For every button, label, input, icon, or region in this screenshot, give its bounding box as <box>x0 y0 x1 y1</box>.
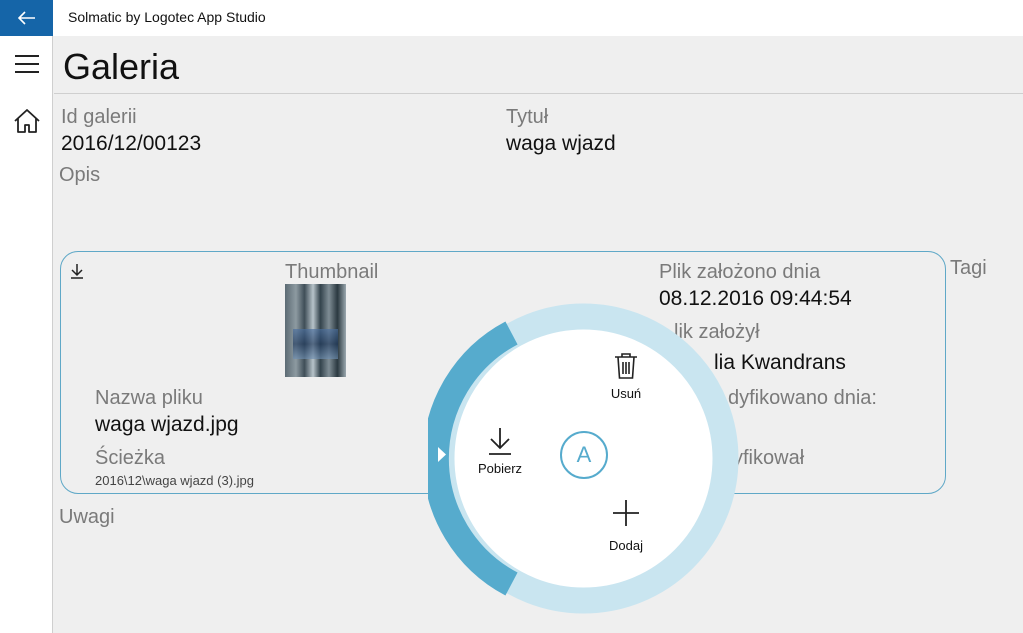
notes-label: Uwagi <box>59 506 115 528</box>
back-arrow-icon <box>17 11 35 25</box>
radial-center-label: A <box>576 442 592 467</box>
thumbnail-label: Thumbnail <box>285 261 379 283</box>
modified-by-label: yfikował <box>733 447 805 469</box>
file-name-value: waga wjazd.jpg <box>95 413 239 436</box>
modified-date-label: dyfikowano dnia: <box>728 387 877 409</box>
gallery-title-value[interactable]: waga wjazd <box>506 132 616 156</box>
page-title: Galeria <box>63 46 180 87</box>
delete-label: Usuń <box>610 386 642 401</box>
home-button[interactable] <box>0 99 53 143</box>
radial-center-button[interactable]: A <box>560 431 608 479</box>
file-path-value: 2016\12\waga wjazd (3).jpg <box>95 473 254 488</box>
add-label: Dodaj <box>609 538 643 553</box>
tags-label: Tagi <box>950 257 987 279</box>
hamburger-icon <box>14 55 39 73</box>
hamburger-menu-button[interactable] <box>0 42 53 86</box>
trash-icon <box>615 353 637 379</box>
gallery-id-value[interactable]: 2016/12/00123 <box>61 132 201 156</box>
gallery-id-label: Id galerii <box>61 106 137 128</box>
file-download-button[interactable] <box>70 263 84 284</box>
gallery-title-label: Tytuł <box>506 106 549 128</box>
add-menu-item[interactable]: Dodaj <box>596 500 656 553</box>
created-date-label: Plik założono dnia <box>659 261 821 283</box>
home-icon <box>13 109 40 133</box>
app-title: Solmatic by Logotec App Studio <box>68 9 266 25</box>
title-bar: Solmatic by Logotec App Studio <box>0 0 1023 36</box>
download-icon <box>489 428 511 455</box>
back-button[interactable] <box>0 0 53 36</box>
thumbnail-image[interactable] <box>285 284 346 377</box>
plus-icon <box>613 500 639 526</box>
file-name-label: Nazwa pliku <box>95 387 203 409</box>
description-label: Opis <box>59 164 101 186</box>
nav-sidebar <box>0 36 53 633</box>
file-path-label: Ścieżka <box>95 447 166 469</box>
header-divider <box>54 93 1023 94</box>
download-icon <box>71 264 83 279</box>
delete-menu-item[interactable]: Usuń <box>596 352 656 401</box>
download-label: Pobierz <box>477 461 523 476</box>
download-menu-item[interactable]: Pobierz <box>470 427 530 476</box>
